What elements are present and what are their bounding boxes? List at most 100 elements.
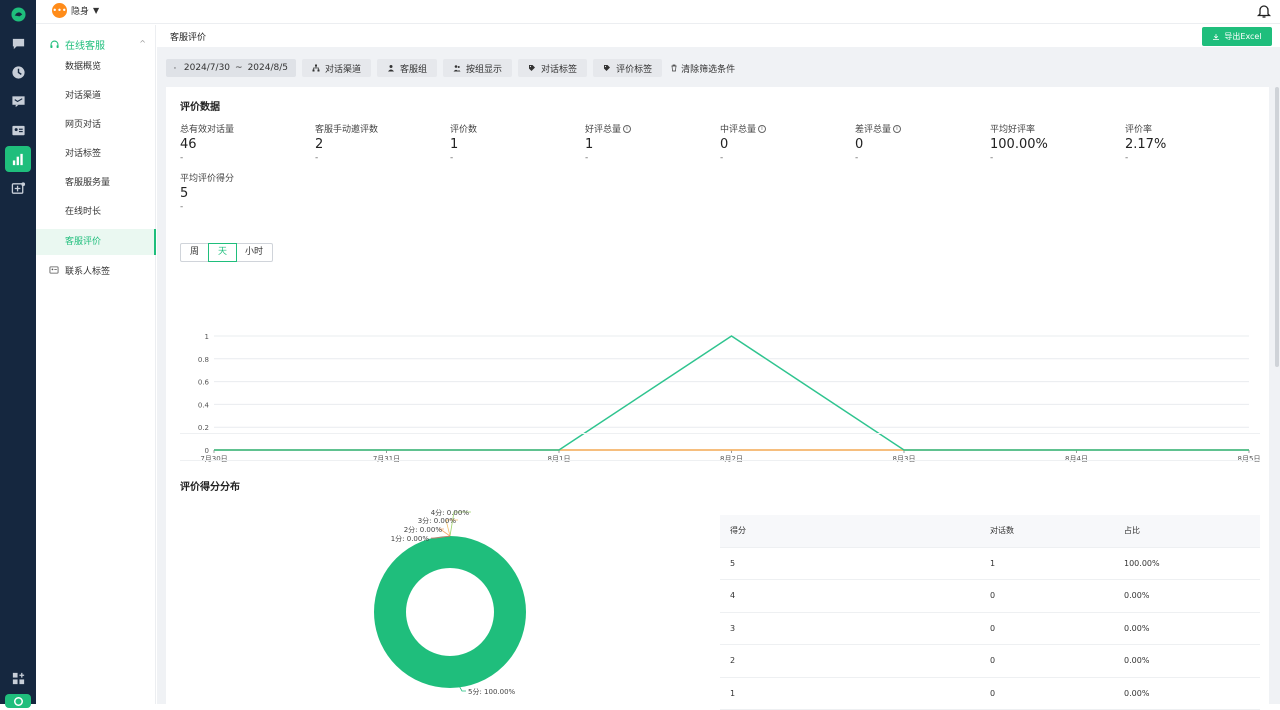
score-donut-chart: 4分: 0.00%3分: 0.00%2分: 0.00%1分: 0.00%5分: … [326,507,626,707]
export-label: 导出Excel [1224,31,1261,42]
date-end: 2024/8/5 [248,63,288,73]
evaluation-tag-filter-button[interactable]: 评价标签 [593,59,662,77]
table-row: 5 1 100.00% [720,548,1260,581]
y-tick-label: 0 [205,447,209,455]
apps-icon[interactable] [9,669,27,687]
metric-good-total: 好评总量i 1 - [585,122,715,163]
col-header-conversations: 对话数 [990,525,1124,536]
metric-bad-total: 差评总量i 0 - [855,122,985,163]
metric-avg-good-rate: 平均好评率 100.00% - [990,122,1120,163]
cell-score: 2 [720,656,990,665]
conversation-tag-filter-button[interactable]: 对话标签 [518,59,587,77]
metric-label: 差评总量 [855,122,891,135]
date-range-picker[interactable]: 2024/7/30 ~ 2024/8/5 [166,59,296,77]
status-avatar-icon: ••• [52,3,67,18]
cell-conversations: 0 [990,656,1124,665]
message-board-icon[interactable] [9,92,27,110]
sidebar-item-chat-tags[interactable]: 对话标签 [36,141,156,167]
metric-compare: - [180,202,310,212]
user-icon [387,64,395,72]
info-icon[interactable]: i [758,125,766,133]
users-icon [453,64,461,72]
caret-down-icon: ▼ [93,6,99,15]
metric-label: 客服手动邀评数 [315,122,378,135]
metric-label: 评价率 [1125,122,1152,135]
metric-compare: - [720,153,850,163]
contact-tags-label: 联系人标签 [65,264,110,277]
sitemap-icon [312,64,320,72]
group-filter-label: 客服组 [400,62,427,75]
status-dropdown[interactable]: ••• 隐身 ▼ [52,3,99,18]
chat-icon[interactable] [9,34,27,52]
tag-icon [528,64,536,72]
sidebar-item-contact-tags[interactable]: 联系人标签 [36,257,156,283]
cell-ratio: 0.00% [1124,624,1260,633]
metric-value: 46 [180,137,310,152]
pie-label: 3分: 0.00% [418,516,457,525]
cell-conversations: 1 [990,559,1124,568]
metric-neutral-total: 中评总量i 0 - [720,122,850,163]
cell-score: 4 [720,591,990,600]
cell-ratio: 100.00% [1124,559,1260,568]
info-icon[interactable]: i [623,125,631,133]
granularity-day[interactable]: 天 [208,243,237,262]
clear-filters-button[interactable]: 清除筛选条件 [670,62,735,75]
scrollbar[interactable] [1275,87,1279,367]
group-filter-button[interactable]: 客服组 [377,59,437,77]
y-tick-label: 0.6 [198,379,210,387]
sidebar-item-online-duration[interactable]: 在线时长 [36,199,156,225]
app-rail [0,0,36,704]
granularity-hour[interactable]: 小时 [236,244,272,261]
contacts-icon[interactable] [9,121,27,139]
cell-ratio: 0.00% [1124,656,1260,665]
date-start: 2024/7/30 [184,63,230,73]
metric-value: 1 [585,137,715,152]
info-icon[interactable]: i [893,125,901,133]
table-row: 3 0 0.00% [720,613,1260,646]
section-title-score-distribution: 评价得分分布 [180,478,240,493]
sidebar-item-overview[interactable]: 数据概览 [36,54,156,80]
col-header-score: 得分 [720,525,990,536]
channel-filter-button[interactable]: 对话渠道 [302,59,371,77]
page-header: 客服评价 导出Excel [157,25,1280,47]
by-group-button[interactable]: 按组显示 [443,59,512,77]
granularity-week[interactable]: 周 [181,244,209,261]
metric-value: 2.17% [1125,137,1255,152]
metric-evaluations: 评价数 1 - [450,122,580,163]
settings-icon[interactable] [5,694,31,708]
export-excel-button[interactable]: 导出Excel [1202,27,1272,46]
cell-conversations: 0 [990,591,1124,600]
metric-compare: - [1125,153,1255,163]
top-bar: ••• 隐身 ▼ [36,0,1280,24]
date-separator: ~ [235,63,243,73]
tag-icon [603,64,611,72]
y-tick-label: 0.4 [198,401,210,409]
calendar-icon [174,64,176,72]
col-header-ratio: 占比 [1124,525,1260,536]
cell-score: 1 [720,689,990,698]
history-icon[interactable] [9,63,27,81]
y-tick-label: 1 [205,333,209,341]
evaluation-panel: 评价数据 总有效对话量 46 - 客服手动邀评数 2 - 评价数 1 - 好评总… [166,87,1269,704]
pie-label: 4分: 0.00% [431,508,470,517]
conversation-tag-label: 对话标签 [541,62,577,75]
status-label: 隐身 [71,4,89,17]
metric-compare: - [180,153,310,163]
logo-icon[interactable] [9,5,27,23]
pie-label: 1分: 0.00% [391,534,430,543]
bell-icon[interactable] [1256,3,1272,19]
section-title-eval-data: 评价数据 [180,98,220,113]
metric-value: 1 [450,137,580,152]
sidebar-item-service-evaluation[interactable]: 客服评价 [36,229,156,255]
trash-icon [670,64,678,72]
sidebar: 在线客服 ^ 数据概览 对话渠道 网页对话 对话标签 客服服务量 在线时长 客服… [36,25,156,704]
granularity-toggle: 周 天 小时 [180,243,273,262]
divider [180,433,1260,434]
statistics-icon[interactable] [5,146,31,172]
id-card-icon [49,265,59,275]
sidebar-item-web-chat[interactable]: 网页对话 [36,112,156,138]
workorder-icon[interactable] [9,179,27,197]
sidebar-item-service-volume[interactable]: 客服服务量 [36,170,156,196]
evaluation-tag-label: 评价标签 [616,62,652,75]
sidebar-item-channels[interactable]: 对话渠道 [36,83,156,109]
